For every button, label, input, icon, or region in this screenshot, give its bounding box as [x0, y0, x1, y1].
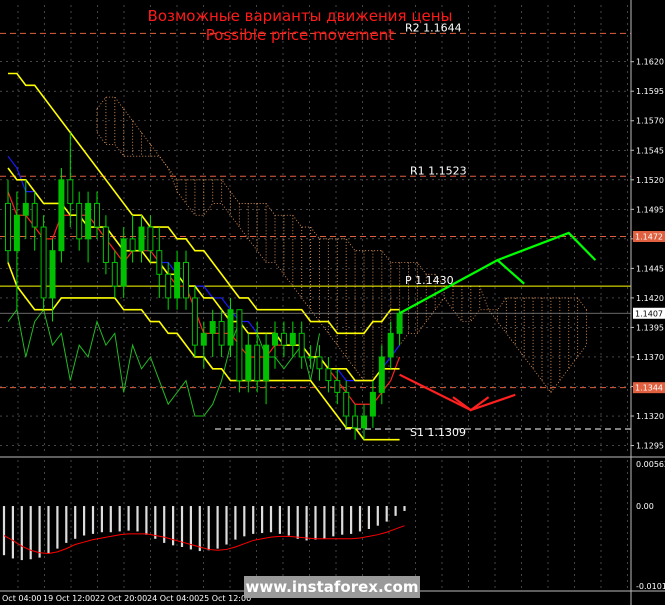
candle-body: [31, 202, 38, 228]
candle-body: [49, 250, 56, 299]
candle-body: [307, 356, 314, 359]
price-tag-label: 1.1472: [635, 232, 663, 241]
candle-body: [280, 332, 287, 346]
candle-body: [58, 179, 65, 252]
price-chart: R2 1.1644R1 1.1523P 1.1430S1 1.13091.162…: [0, 0, 665, 605]
candle-body: [298, 332, 305, 358]
y-tick-label: 1.1370: [636, 353, 664, 362]
price-tag-label: 1.1407: [635, 309, 663, 318]
x-tick-label: 19 Oct 12:00: [43, 594, 95, 603]
y-tick-label: 1.1320: [636, 412, 664, 421]
candle-body: [138, 226, 145, 252]
candle-body: [67, 179, 74, 204]
candle-body: [120, 238, 127, 287]
candle-body: [191, 297, 198, 346]
candle-body: [316, 356, 323, 370]
chart-title-ru: Возможные варианты движения цены: [147, 7, 453, 25]
candle-body: [378, 356, 385, 393]
candle-body: [5, 202, 11, 252]
y-tick-label: 1.1295: [636, 442, 664, 451]
candle-body: [387, 332, 394, 358]
candle-body: [254, 344, 261, 382]
candle-body: [13, 214, 20, 252]
candle-body: [147, 226, 154, 252]
candle-body: [209, 321, 216, 334]
y-tick-label: 1.1595: [636, 87, 664, 96]
x-tick-label: 24 Oct 04:00: [147, 594, 199, 603]
y-tick-label: 1.1545: [636, 146, 664, 155]
x-tick-label: 22 Oct 20:00: [95, 594, 147, 603]
candle-body: [361, 415, 367, 429]
macd-tick-label: -0.01013: [636, 582, 665, 591]
candle-body: [183, 261, 189, 299]
candle-body: [85, 202, 92, 240]
y-tick-label: 1.1420: [636, 294, 664, 303]
candle-body: [94, 202, 100, 228]
candle-body: [129, 238, 136, 252]
price-tag-label: 1.1344: [635, 384, 663, 393]
y-tick-label: 1.1620: [636, 58, 664, 67]
candle-body: [272, 332, 278, 346]
y-tick-label: 1.1570: [636, 117, 664, 126]
pivot-level-label: R1 1.1523: [410, 164, 467, 177]
candle-body: [396, 312, 403, 334]
candle-body: [165, 273, 172, 299]
x-tick-label: Oct 04:00: [2, 594, 41, 603]
pivot-level-label: P 1.1430: [405, 274, 454, 287]
candle-body: [40, 226, 47, 299]
y-tick-label: 1.1495: [636, 205, 664, 214]
candle-body: [325, 368, 332, 382]
candle-body: [352, 415, 359, 429]
candle-body: [156, 250, 163, 275]
candle-body: [236, 309, 243, 382]
candle-body: [343, 391, 350, 417]
candle-body: [111, 261, 118, 287]
macd-tick-label: 0.00: [636, 502, 654, 511]
candle-body: [22, 202, 29, 216]
y-tick-label: 1.1395: [636, 323, 664, 332]
candle-body: [200, 332, 207, 346]
candle-body: [334, 380, 341, 393]
candle-body: [263, 344, 270, 382]
candle-body: [369, 391, 376, 417]
macd-tick-label: 0.00562: [636, 460, 665, 469]
chart-title-en: Possible price movement: [205, 26, 395, 44]
candle-body: [76, 202, 83, 240]
candle-body: [245, 344, 252, 382]
candle-body: [289, 332, 296, 346]
candle-body: [102, 226, 109, 263]
y-tick-label: 1.1445: [636, 264, 664, 273]
y-tick-label: 1.1520: [636, 176, 664, 185]
watermark-logo: www.instaforex.com: [244, 576, 420, 598]
pivot-level-label: S1 1.1309: [410, 426, 466, 439]
candle-body: [218, 321, 225, 346]
candle-body: [174, 261, 181, 299]
candle-body: [227, 309, 234, 346]
